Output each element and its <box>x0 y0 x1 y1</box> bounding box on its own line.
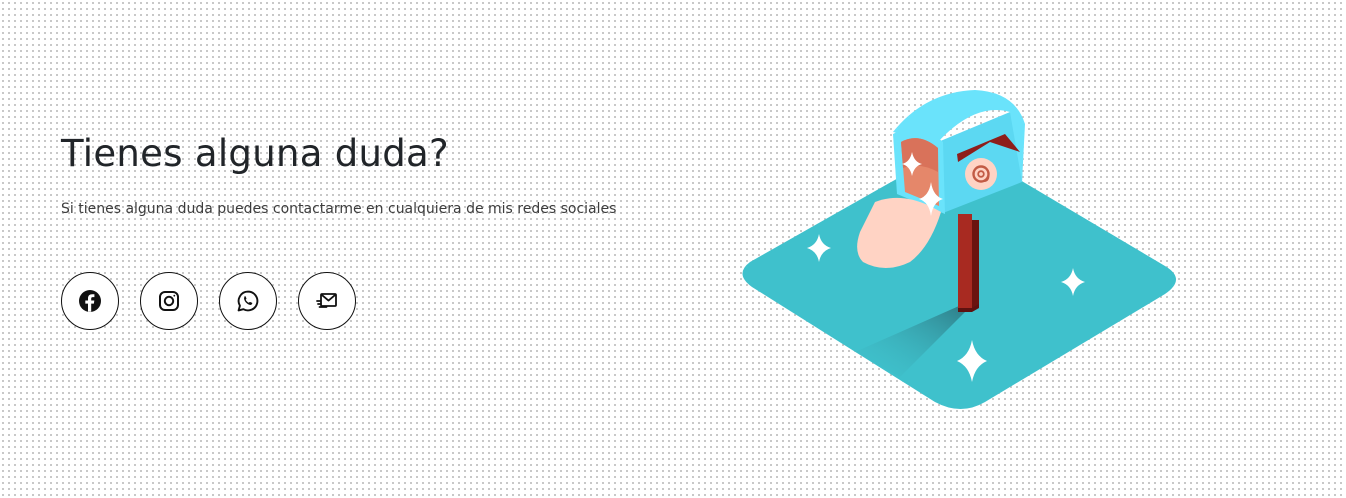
email-button[interactable] <box>298 272 356 330</box>
contact-section: Tienes alguna duda? Si tienes alguna dud… <box>0 0 1346 498</box>
mailbox-post <box>958 214 972 312</box>
instagram-button[interactable] <box>140 272 198 330</box>
whatsapp-icon <box>236 289 260 313</box>
whatsapp-button[interactable] <box>219 272 277 330</box>
contact-subtitle: Si tienes alguna duda puedes contactarme… <box>61 201 617 217</box>
social-links <box>61 272 356 330</box>
facebook-button[interactable] <box>61 272 119 330</box>
contact-text: Tienes alguna duda? Si tienes alguna dud… <box>61 128 701 219</box>
email-icon <box>315 289 339 313</box>
mailbox-illustration <box>725 82 1195 422</box>
instagram-icon <box>157 289 181 313</box>
at-sign-icon <box>965 158 997 190</box>
page-title: Tienes alguna duda? <box>61 132 449 175</box>
facebook-icon <box>78 289 102 313</box>
